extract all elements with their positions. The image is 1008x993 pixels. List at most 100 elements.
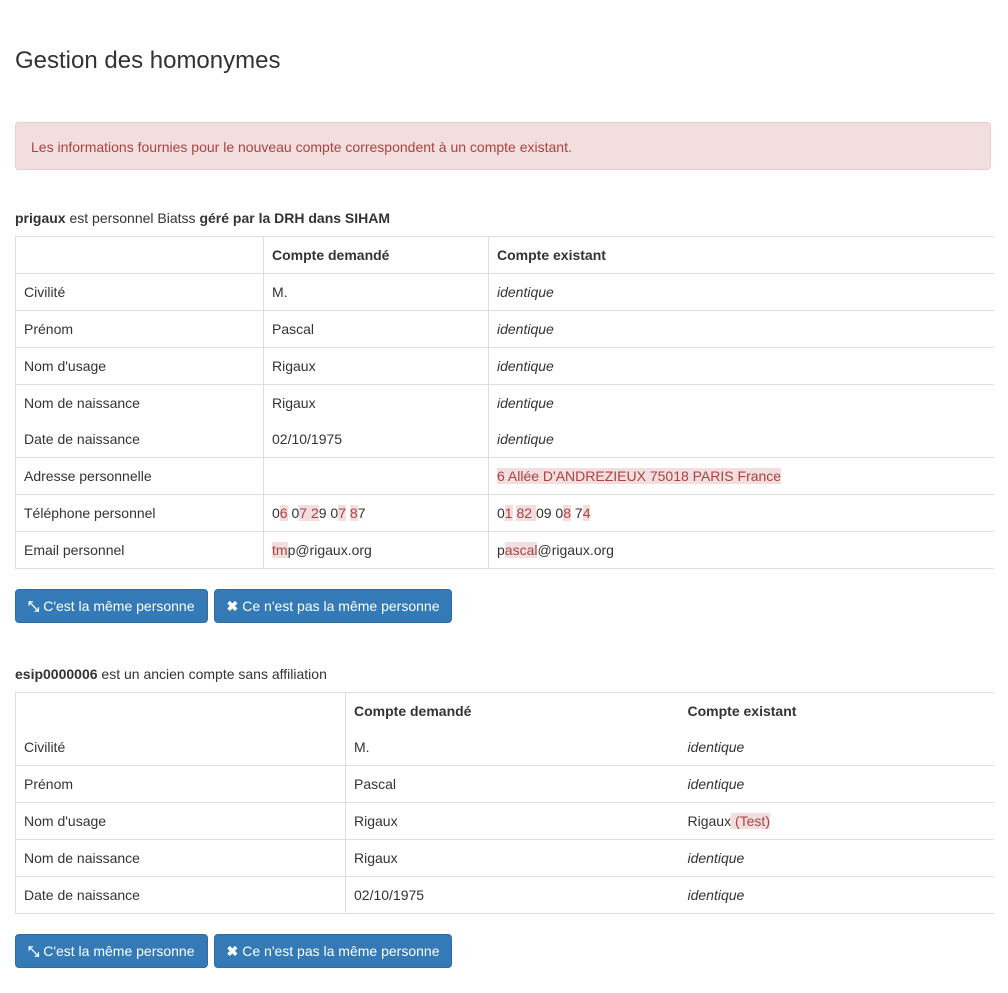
close-icon: ✖ <box>226 598 239 614</box>
requested-value: M. <box>263 273 489 311</box>
homonym-section-2: esip0000006 est un ancien compte sans af… <box>15 664 994 968</box>
existing-value: Rigaux (Test) <box>679 802 994 840</box>
row-label: Civilité <box>15 273 264 311</box>
account-login: esip0000006 <box>15 666 98 682</box>
existing-value: pascal@rigaux.org <box>488 531 994 569</box>
not-same-person-button[interactable]: ✖ Ce n'est pas la même personne <box>213 589 453 623</box>
diff-same: 0 <box>497 505 505 521</box>
header-requested: Compte demandé <box>263 236 489 274</box>
diff-highlight: 7 2 <box>299 505 319 521</box>
diff-same: @rigaux.org <box>537 542 614 558</box>
row-label: Nom d'usage <box>15 802 346 840</box>
button-label: Ce n'est pas la même personne <box>242 598 440 614</box>
existing-value: identique <box>679 765 994 803</box>
table-row: Prénom Pascal identique <box>15 310 994 348</box>
row-label: Nom de naissance <box>15 839 346 877</box>
table-row: Adresse personnelle 6 Allée D'ANDREZIEUX… <box>15 457 994 495</box>
table-row: Téléphone personnel 06 07 29 07 87 01 82… <box>15 494 994 532</box>
diff-highlight: 82 <box>516 505 536 521</box>
diff-highlight: 8 <box>349 505 358 521</box>
table-row: Date de naissance 02/10/1975 identique <box>15 876 994 914</box>
requested-value: Rigaux <box>345 839 680 877</box>
existing-value: identique <box>488 347 994 385</box>
table-row: Civilité M. identique <box>15 273 994 311</box>
row-label: Nom d'usage <box>15 347 264 385</box>
header-label <box>15 236 264 274</box>
diff-highlight: (Test) <box>731 813 770 829</box>
button-label: C'est la même personne <box>43 598 195 614</box>
requested-value: Rigaux <box>263 347 489 385</box>
requested-value: Pascal <box>345 765 680 803</box>
comparison-table: Compte demandé Compte existant Civilité … <box>15 692 994 914</box>
table-row: Nom de naissance Rigaux identique <box>15 384 994 421</box>
homonym-section-1: prigaux est personnel Biatss géré par la… <box>15 208 994 623</box>
table-row: Date de naissance 02/10/1975 identique <box>15 421 994 458</box>
action-buttons: ⤡ C'est la même personne ✖ Ce n'est pas la … <box>15 934 993 968</box>
action-buttons: ⤡ C'est la même personne ✖ Ce n'est pas la … <box>15 589 993 623</box>
existing-value: identique <box>488 421 994 458</box>
existing-value: identique <box>497 395 554 411</box>
header-label <box>15 692 346 729</box>
account-management: géré par la DRH dans SIHAM <box>199 210 391 226</box>
table-row: Email personnel tmp@rigaux.org pascal@ri… <box>15 531 994 569</box>
row-label: Nom de naissance <box>15 384 264 421</box>
requested-value: Rigaux <box>263 384 489 421</box>
requested-value: M. <box>354 739 370 755</box>
same-person-button[interactable]: ⤡ C'est la même personne <box>15 589 208 623</box>
comparison-table: Compte demandé Compte existant Civilité … <box>15 236 994 569</box>
table-row: Civilité M. identique <box>15 729 994 766</box>
diff-same: 7 <box>357 505 366 521</box>
requested-value: 02/10/1975 <box>345 876 680 914</box>
existing-value: identique <box>679 839 994 877</box>
header-existing: Compte existant <box>488 236 994 274</box>
diff-same: 9 0 <box>318 505 339 521</box>
table-row: Nom d'usage Rigaux identique <box>15 347 994 385</box>
existing-value: 01 82 09 08 74 <box>488 494 994 532</box>
existing-value: identique <box>488 310 994 348</box>
diff-same: p@rigaux.org <box>287 542 372 558</box>
same-person-button[interactable]: ⤡ C'est la même personne <box>15 934 208 968</box>
requested-value: Rigaux <box>345 802 680 840</box>
row-label: Prénom <box>15 765 346 803</box>
row-label: Téléphone personnel <box>15 494 264 532</box>
diff-same: 09 0 <box>535 505 564 521</box>
diff-highlight: ascal <box>504 542 538 558</box>
button-label: C'est la même personne <box>43 943 195 959</box>
requested-value: 02/10/1975 <box>263 421 489 458</box>
requested-value: 06 07 29 07 87 <box>263 494 489 532</box>
page-title: Gestion des homonymes <box>15 47 281 74</box>
requested-value: Pascal <box>263 310 489 348</box>
diff-same: 7 <box>571 505 583 521</box>
error-alert: Les informations fournies pour le nouvea… <box>15 122 991 170</box>
account-status: est personnel Biatss <box>65 210 200 226</box>
row-label: Prénom <box>15 310 264 348</box>
diff-same: p <box>497 542 505 558</box>
diff-highlight: 4 <box>582 505 591 521</box>
requested-value <box>263 457 489 495</box>
existing-value: 6 Allée D'ANDREZIEUX 75018 PARIS France <box>488 457 994 495</box>
row-label: Email personnel <box>15 531 264 569</box>
section-title: prigaux est personnel Biatss géré par la… <box>15 208 993 228</box>
diff-highlight: 1 <box>504 505 513 521</box>
diff-highlight: 6 Allée D'ANDREZIEUX 75018 PARIS France <box>497 468 782 484</box>
not-same-person-button[interactable]: ✖ Ce n'est pas la même personne <box>213 934 453 968</box>
requested-value: tmp@rigaux.org <box>263 531 489 569</box>
table-header-row: Compte demandé Compte existant <box>15 692 994 729</box>
section-title: esip0000006 est un ancien compte sans af… <box>15 664 993 684</box>
row-label: Adresse personnelle <box>15 457 264 495</box>
header-existing: Compte existant <box>687 703 797 719</box>
compress-icon: ⤡ <box>28 598 40 614</box>
close-icon: ✖ <box>226 943 239 959</box>
button-label: Ce n'est pas la même personne <box>242 943 440 959</box>
compress-icon: ⤡ <box>28 943 40 959</box>
existing-value: identique <box>687 739 745 755</box>
diff-highlight: tm <box>272 542 288 558</box>
existing-value: identique <box>488 273 994 311</box>
diff-same: 0 <box>272 505 280 521</box>
table-row: Nom d'usage Rigaux Rigaux (Test) <box>15 802 994 840</box>
table-row: Prénom Pascal identique <box>15 765 994 803</box>
diff-highlight: 6 <box>279 505 288 521</box>
diff-same: Rigaux <box>687 813 732 829</box>
diff-same: 0 <box>287 505 300 521</box>
account-login: prigaux <box>15 210 66 226</box>
